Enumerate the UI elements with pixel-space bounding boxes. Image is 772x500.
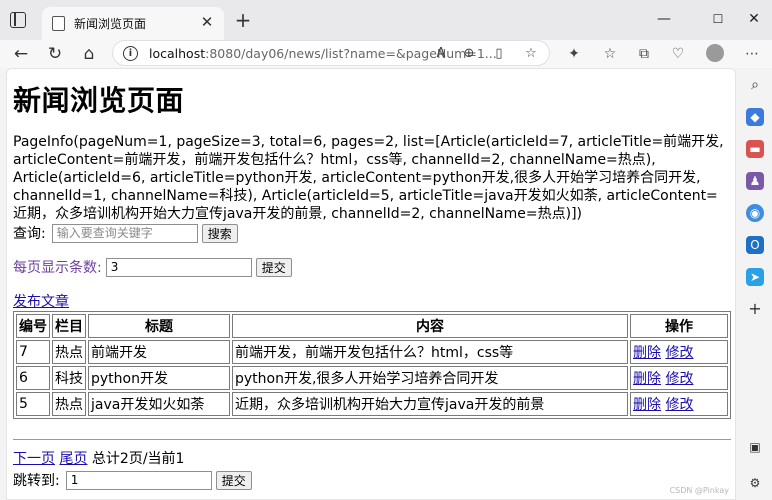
sidebar-tools-icon[interactable]: ▬ xyxy=(746,140,764,158)
back-icon[interactable]: ← xyxy=(8,41,34,67)
edit-link[interactable]: 修改 xyxy=(665,345,693,361)
column-header-title: 标题 xyxy=(88,314,230,338)
address-bar[interactable]: i localhost:8080/day06/news/list?name=&p… xyxy=(112,40,550,66)
reader-view-icon[interactable]: ▯ xyxy=(489,44,509,64)
jump-page-input[interactable] xyxy=(65,470,212,490)
pageinfo-dump: PageInfo(pageNum=1, pageSize=3, total=6,… xyxy=(13,134,724,222)
home-icon[interactable]: ⌂ xyxy=(76,41,102,67)
cell-actions: 删除 修改 xyxy=(630,340,728,364)
cell-channel: 科技 xyxy=(52,366,86,390)
cell-actions: 删除 修改 xyxy=(630,366,728,390)
browser-essentials-icon[interactable]: ♡ xyxy=(666,42,690,66)
page-favicon-icon xyxy=(52,16,65,31)
url-path: :8080/day06/news/list?name=&pageNum=1... xyxy=(205,46,497,61)
cell-content: 前端开发，前端开发包括什么？html，css等 xyxy=(232,340,628,364)
page-size-input[interactable] xyxy=(105,257,252,277)
sidebar-copilot-icon[interactable]: ◉ xyxy=(746,204,764,222)
divider xyxy=(13,439,731,440)
cell-id: 5 xyxy=(16,392,50,416)
page-size-label: 每页显示条数: xyxy=(13,260,102,276)
news-table: 编号 栏目 标题 内容 操作 7 热点 前端开发 前端开发，前端开发包括什么？h… xyxy=(13,311,731,419)
cell-title: python开发 xyxy=(88,366,230,390)
edge-sidebar: ⌕ ◆ ▬ ♟ ◉ O ➤ + ▣ ⚙ xyxy=(738,68,772,500)
collections-icon[interactable]: ⧉ xyxy=(632,42,656,66)
edit-link[interactable]: 修改 xyxy=(665,397,693,413)
cell-channel: 热点 xyxy=(52,392,86,416)
table-row: 5 热点 java开发如火如荼 近期，众多培训机构开始大力宣传java开发的前景… xyxy=(16,392,728,416)
publish-row: 发布文章 xyxy=(13,291,731,311)
browser-toolbar: ← ↻ ⌂ i localhost:8080/day06/news/list?n… xyxy=(0,40,772,68)
page-summary: 总计2页/当前1 xyxy=(91,451,185,467)
sidebar-games-icon[interactable]: ♟ xyxy=(746,172,764,190)
url-host: localhost xyxy=(149,46,206,61)
publish-article-link[interactable]: 发布文章 xyxy=(13,294,69,310)
sidebar-outlook-icon[interactable]: O xyxy=(746,236,764,254)
tab-close-icon[interactable]: ✕ xyxy=(198,13,216,31)
favorite-star-icon[interactable]: ☆ xyxy=(521,44,541,64)
zoom-icon[interactable]: ⊕ xyxy=(459,44,479,64)
column-header-id: 编号 xyxy=(16,314,50,338)
tab-title: 新闻浏览页面 xyxy=(74,17,147,31)
sidebar-settings-icon[interactable]: ⚙ xyxy=(746,474,764,492)
tab-strip: 新闻浏览页面 ✕ + — ☐ ✕ xyxy=(0,0,772,40)
table-header-row: 编号 栏目 标题 内容 操作 xyxy=(16,314,728,338)
page-size-submit-button[interactable]: 提交 xyxy=(255,257,292,277)
cell-actions: 删除 修改 xyxy=(630,392,728,416)
more-menu-icon[interactable]: ⋯ xyxy=(740,42,764,66)
jump-row: 跳转到: 提交 xyxy=(13,470,731,490)
sidebar-shopping-icon[interactable]: ◆ xyxy=(746,108,764,126)
cell-channel: 热点 xyxy=(52,340,86,364)
page-content: 新闻浏览页面 PageInfo(pageNum=1, pageSize=3, t… xyxy=(13,69,731,490)
jump-submit-button[interactable]: 提交 xyxy=(215,470,252,490)
edit-link[interactable]: 修改 xyxy=(665,371,693,387)
pager-row: 下一页 尾页 总计2页/当前1 xyxy=(13,448,731,468)
next-page-link[interactable]: 下一页 xyxy=(13,451,55,467)
jump-label: 跳转到: xyxy=(13,473,60,489)
site-info-icon[interactable]: i xyxy=(123,46,138,61)
sidebar-add-icon[interactable]: + xyxy=(746,300,764,318)
sidebar-send-icon[interactable]: ➤ xyxy=(746,268,764,286)
table-row: 6 科技 python开发 python开发,很多人开始学习培养合同开发 删除 … xyxy=(16,366,728,390)
cell-id: 6 xyxy=(16,366,50,390)
column-header-channel: 栏目 xyxy=(52,314,86,338)
search-label: 查询: xyxy=(13,226,46,242)
close-window-button[interactable]: ✕ xyxy=(736,6,772,32)
page-size-row: 每页显示条数: 提交 xyxy=(13,257,731,277)
page-title: 新闻浏览页面 xyxy=(13,84,185,117)
cell-content: python开发,很多人开始学习培养合同开发 xyxy=(232,366,628,390)
extensions-icon[interactable]: ✦ xyxy=(562,42,586,66)
minimize-button[interactable]: — xyxy=(644,6,684,32)
search-button[interactable]: 搜索 xyxy=(201,223,238,243)
delete-link[interactable]: 删除 xyxy=(633,371,661,387)
maximize-button[interactable]: ☐ xyxy=(698,6,738,32)
refresh-icon[interactable]: ↻ xyxy=(42,41,68,67)
search-row: 查询: 搜索 xyxy=(13,223,731,243)
new-tab-button[interactable]: + xyxy=(232,9,254,31)
page-viewport: 新闻浏览页面 PageInfo(pageNum=1, pageSize=3, t… xyxy=(6,68,736,500)
cell-id: 7 xyxy=(16,340,50,364)
sidebar-search-icon[interactable]: ⌕ xyxy=(746,76,764,94)
table-row: 7 热点 前端开发 前端开发，前端开发包括什么？html，css等 删除 修改 xyxy=(16,340,728,364)
cell-title: 前端开发 xyxy=(88,340,230,364)
cell-content: 近期，众多培训机构开始大力宣传java开发的前景 xyxy=(232,392,628,416)
last-page-link[interactable]: 尾页 xyxy=(59,451,87,467)
cell-title: java开发如火如荼 xyxy=(88,392,230,416)
read-aloud-icon[interactable]: A xyxy=(431,44,451,64)
delete-link[interactable]: 删除 xyxy=(633,397,661,413)
sidebar-screenshot-icon[interactable]: ▣ xyxy=(746,438,764,456)
delete-link[interactable]: 删除 xyxy=(633,345,661,361)
search-input[interactable] xyxy=(51,223,198,243)
browser-tab[interactable]: 新闻浏览页面 ✕ xyxy=(42,7,224,40)
tab-actions-icon[interactable] xyxy=(10,12,26,28)
favorites-icon[interactable]: ☆ xyxy=(598,42,622,66)
column-header-content: 内容 xyxy=(232,314,628,338)
watermark: CSDN @Pinkay xyxy=(669,486,729,495)
column-header-actions: 操作 xyxy=(630,314,728,338)
profile-avatar[interactable] xyxy=(706,44,724,62)
